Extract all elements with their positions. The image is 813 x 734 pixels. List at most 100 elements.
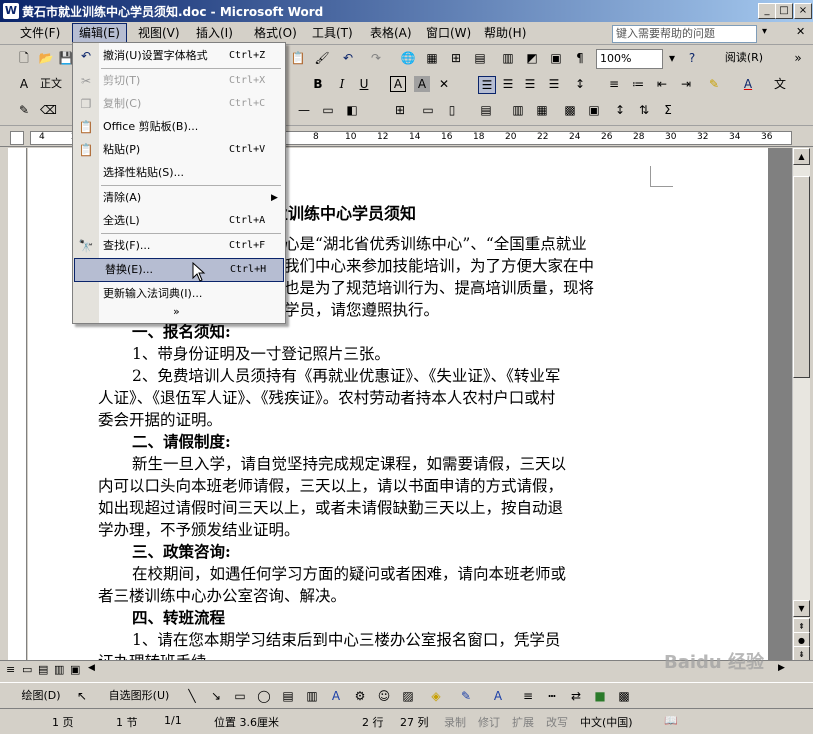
text-direction-icon[interactable]: ↕ (612, 102, 628, 118)
document-map-icon[interactable]: ▣ (548, 50, 564, 66)
line-spacing-icon[interactable]: ↕ (572, 76, 588, 92)
char-shading-button[interactable]: A (414, 76, 430, 92)
insert-excel-icon[interactable]: ▤ (472, 50, 488, 66)
doc-line[interactable]: 内可以口头向本班老师请假，三天以上，请以书面申请的方式请假， (98, 474, 658, 496)
menu-edit[interactable]: 编辑(E) (72, 23, 127, 43)
tab-selector-icon[interactable] (10, 131, 24, 145)
autosum-icon[interactable]: Σ (660, 102, 676, 118)
format-painter-icon[interactable]: 🖌 (314, 50, 330, 66)
help-icon[interactable]: ? (684, 50, 700, 66)
help-dropdown-icon[interactable]: ▾ (762, 26, 767, 37)
distributed-icon[interactable]: ☰ (546, 76, 562, 92)
toolbar-options-icon[interactable]: » (790, 50, 806, 66)
doc-line[interactable]: 证办理转班手续 (98, 650, 658, 660)
select-objects-icon[interactable]: ↖ (74, 688, 90, 704)
autoformat-icon[interactable]: ▩ (562, 102, 578, 118)
shadow-style-icon[interactable]: ■ (592, 688, 608, 704)
undo-toolbar-icon[interactable]: ↶ (340, 50, 356, 66)
close-button[interactable]: × (794, 3, 812, 19)
shading-color-icon[interactable]: ◧ (344, 102, 360, 118)
line-weight-icon[interactable]: ≡ (520, 688, 536, 704)
doc-close-icon[interactable]: ✕ (796, 25, 805, 38)
columns-icon[interactable]: ▥ (500, 50, 516, 66)
insert-picture-icon[interactable]: ▨ (400, 688, 416, 704)
doc-line[interactable]: 我们中心来参加技能培训，为了方便大家在中 (284, 254, 792, 276)
text-color-icon[interactable]: A (490, 688, 506, 704)
doc-line[interactable]: 新生一旦入学，请自觉坚持完成规定课程，如需要请假，三天以 (132, 452, 692, 474)
menu-replace[interactable]: 替换(E)... Ctrl+H (74, 258, 284, 282)
outline-view-icon[interactable]: ▥ (54, 663, 64, 676)
status-overtype[interactable]: 改写 (546, 714, 568, 730)
insert-table-icon[interactable]: ⊞ (448, 50, 464, 66)
reading-view-icon[interactable]: ▣ (70, 663, 80, 676)
increase-indent-icon[interactable]: ⇥ (678, 76, 694, 92)
word-app-icon[interactable]: W (3, 3, 19, 19)
doc-title[interactable]: 黄石市就业训练中心学员须知 (208, 200, 768, 224)
vertical-scrollbar[interactable]: ▲ ▼ ⇞ ● ⇟ (792, 148, 810, 663)
status-record[interactable]: 录制 (444, 714, 466, 730)
distribute-rows-icon[interactable]: ▥ (510, 102, 526, 118)
status-extend[interactable]: 扩展 (512, 714, 534, 730)
border-color-icon[interactable]: ▭ (320, 102, 336, 118)
menu-undo[interactable]: ↶ 撤消(U)设置字体格式 Ctrl+Z (73, 45, 285, 67)
scroll-thumb[interactable] (793, 176, 810, 378)
autofit-icon[interactable]: ▣ (586, 102, 602, 118)
menu-select-all[interactable]: 全选(L) Ctrl+A (73, 210, 285, 232)
doc-line[interactable]: 人证》、《退伍军人证》、《残疾证》。农村劳动者持本人农村户口或村 (98, 386, 658, 408)
phonetic-guide-icon[interactable]: 文 (772, 76, 788, 92)
menu-tools[interactable]: 工具(T) (306, 24, 359, 42)
diagram-icon[interactable]: ⚙ (352, 688, 368, 704)
line-color-icon[interactable]: ✎ (458, 688, 474, 704)
oval-tool-icon[interactable]: ◯ (256, 688, 272, 704)
scroll-left-icon[interactable]: ◀ (88, 663, 95, 673)
menu-file[interactable]: 文件(F) (14, 24, 66, 42)
dash-style-icon[interactable]: ┅ (544, 688, 560, 704)
italic-button[interactable]: I (334, 76, 350, 92)
menu-copy[interactable]: ❐ 复制(C) Ctrl+C (73, 93, 285, 115)
vertical-ruler[interactable] (8, 148, 27, 660)
doc-line[interactable]: 1、请在您本期学习结束后到中心三楼办公室报名窗口，凭学员 (132, 628, 692, 650)
align-cell-icon[interactable]: ▤ (478, 102, 494, 118)
align-right-icon[interactable]: ☰ (522, 76, 538, 92)
numbering-icon[interactable]: ≡ (606, 76, 622, 92)
font-color-icon[interactable]: A (740, 76, 756, 92)
menu-format[interactable]: 格式(O) (248, 24, 303, 42)
menu-paste-special[interactable]: 选择性粘贴(S)... (73, 162, 285, 184)
underline-button[interactable]: U (356, 76, 372, 92)
arrow-tool-icon[interactable]: ↘ (208, 688, 224, 704)
doc-line[interactable]: 在校期间，如遇任何学习方面的疑问或者困难，请向本班老师或 (132, 562, 692, 584)
drawing-icon[interactable]: ◩ (524, 50, 540, 66)
wordart-icon[interactable]: A (328, 688, 344, 704)
line-style-icon[interactable]: — (296, 102, 312, 118)
menu-cut[interactable]: ✂ 剪切(T) Ctrl+X (73, 70, 285, 92)
menu-table[interactable]: 表格(A) (364, 24, 418, 42)
fill-color-icon[interactable]: ◈ (428, 688, 444, 704)
menu-view[interactable]: 视图(V) (132, 24, 186, 42)
normal-view-icon[interactable]: ≡ (6, 663, 15, 676)
doc-line[interactable]: 2、免费培训人员须持有《再就业优惠证》、《失业证》、《转业军 (132, 364, 692, 386)
decrease-indent-icon[interactable]: ⇤ (654, 76, 670, 92)
scroll-down-icon[interactable]: ▼ (793, 600, 810, 617)
menu-help[interactable]: 帮助(H) (478, 24, 532, 42)
borders-icon[interactable]: ⊞ (392, 102, 408, 118)
textbox-icon[interactable]: ▤ (280, 688, 296, 704)
doc-line[interactable]: 如出现超过请假时间三天以上，或者未请假缺勤三天以上，按自动退 (98, 496, 658, 518)
split-cells-icon[interactable]: ▯ (444, 102, 460, 118)
doc-line[interactable]: 学员，请您遵照执行。 (284, 298, 792, 320)
sort-ascending-icon[interactable]: ⇅ (636, 102, 652, 118)
draw-table-icon[interactable]: ✎ (16, 102, 32, 118)
help-search-input[interactable]: 键入需要帮助的问题 (612, 25, 757, 43)
zoom-dropdown-icon[interactable]: ▾ (664, 50, 680, 66)
new-document-icon[interactable]: 🗋 (16, 50, 32, 66)
doc-line[interactable]: 者三楼训练中心办公室咨询、解决。 (98, 584, 658, 606)
align-center-icon[interactable]: ☰ (500, 76, 516, 92)
menu-office-clipboard[interactable]: 📋 Office 剪贴板(B)... (73, 116, 285, 138)
3d-style-icon[interactable]: ▩ (616, 688, 632, 704)
distribute-cols-icon[interactable]: ▦ (534, 102, 550, 118)
eraser-icon[interactable]: ⌫ (40, 102, 57, 118)
scroll-up-icon[interactable]: ▲ (793, 148, 810, 165)
tables-borders-icon[interactable]: ▦ (424, 50, 440, 66)
show-hide-icon[interactable]: ¶ (572, 50, 588, 66)
draw-menu-button[interactable]: 绘图(D) (14, 687, 68, 705)
highlight-icon[interactable]: ✎ (706, 76, 722, 92)
